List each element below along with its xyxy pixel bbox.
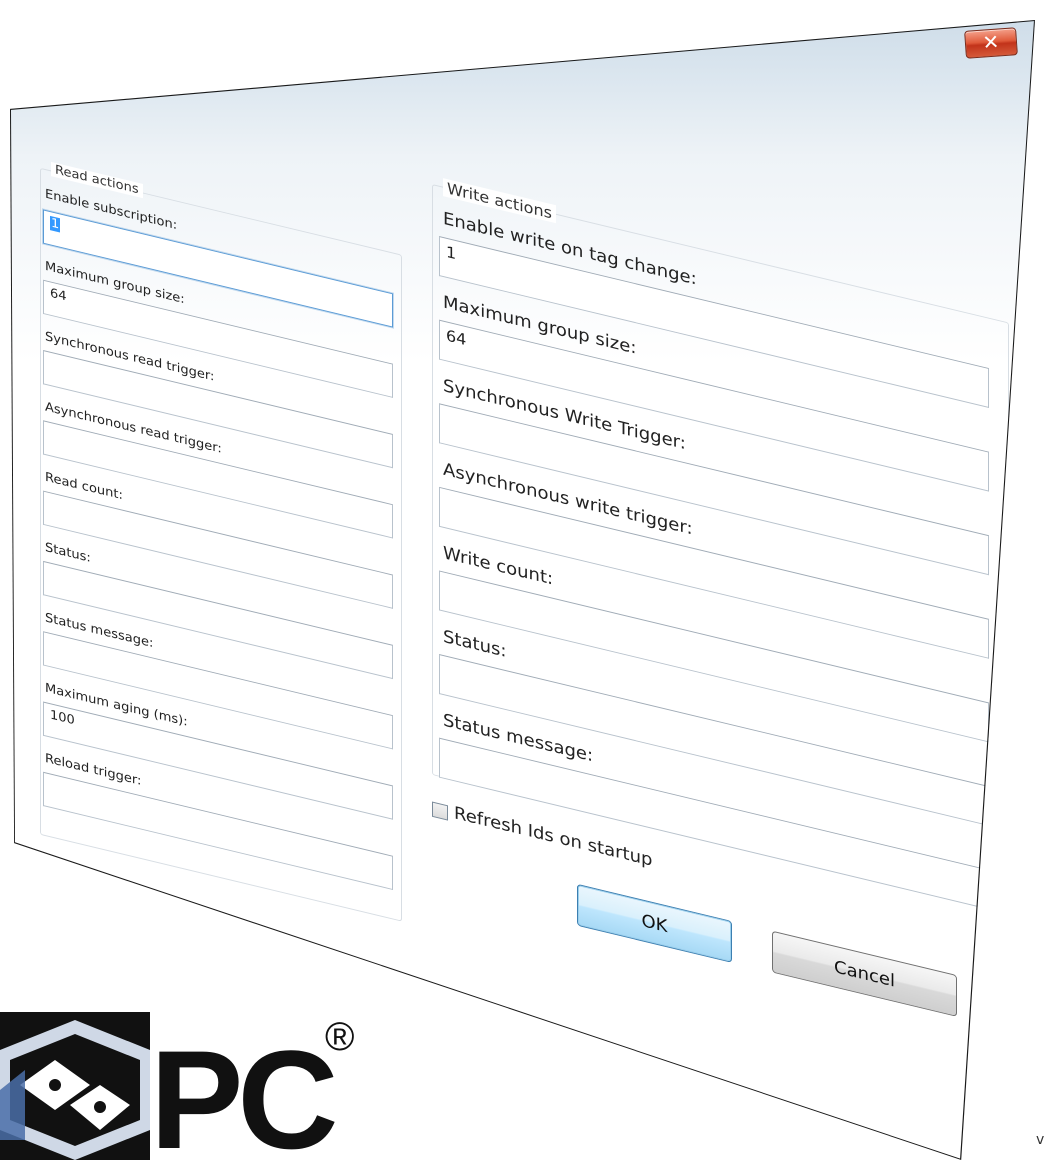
advanced-dialog: Advanced ✕ Read actions Enable subscript… — [10, 20, 1035, 1160]
write-max-group-size-value: 64 — [446, 326, 467, 350]
read-actions-group: Read actions Enable subscription: 1 Maxi… — [40, 161, 402, 922]
read-max-group-size-value: 64 — [50, 286, 67, 305]
dialog-client-area: Read actions Enable subscription: 1 Maxi… — [32, 145, 1012, 1102]
edge-glyph: v — [1036, 1132, 1044, 1148]
close-button[interactable]: ✕ — [964, 27, 1018, 59]
write-count-input[interactable] — [439, 570, 989, 743]
close-icon: ✕ — [981, 29, 1001, 55]
write-actions-group: Write actions Enable write on tag change… — [432, 178, 1009, 914]
opc-logo-text: PC — [150, 1021, 335, 1160]
enable-subscription-value: 1 — [50, 215, 61, 233]
opc-logo: PC ® — [0, 1012, 354, 1160]
opc-logo-registered: ® — [325, 1015, 354, 1059]
cancel-button[interactable]: Cancel — [772, 930, 957, 1017]
ok-button[interactable]: OK — [577, 883, 732, 963]
enable-write-on-change-value: 1 — [446, 242, 457, 263]
window-title: Advanced — [34, 85, 110, 110]
read-status-label: Status: — [45, 540, 91, 566]
opc-logo-emblem — [0, 1012, 150, 1160]
refresh-ids-checkbox[interactable] — [432, 801, 448, 821]
screenshot-stage: Advanced ✕ Read actions Enable subscript… — [0, 0, 1044, 1160]
max-aging-value: 100 — [50, 707, 75, 729]
